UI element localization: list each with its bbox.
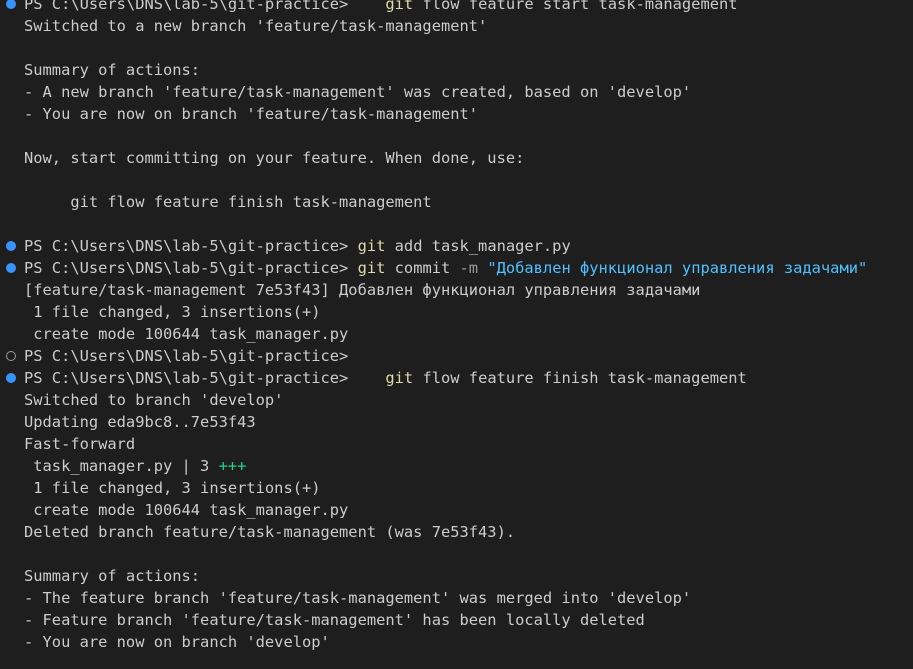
output-text: Now, start committing on your feature. W… xyxy=(24,149,525,167)
output-text: Switched to a new branch 'feature/task-m… xyxy=(24,17,488,35)
diff-plus: +++ xyxy=(218,457,247,475)
output-line: task_manager.py | 3 +++ xyxy=(0,455,913,477)
output-line: - Feature branch 'feature/task-managemen… xyxy=(0,609,913,631)
output-line: create mode 100644 task_manager.py xyxy=(0,323,913,345)
output-line: - A new branch 'feature/task-management'… xyxy=(0,81,913,103)
output-text: git flow feature finish task-management xyxy=(24,193,432,211)
output-line: - You are now on branch 'develop' xyxy=(0,631,913,653)
output-line: git flow feature finish task-management xyxy=(0,191,913,213)
prompt-path: PS C:\Users\DNS\lab-5\git-practice> xyxy=(24,347,349,365)
output-text: - The feature branch 'feature/task-manag… xyxy=(24,589,692,607)
command-args: commit xyxy=(385,259,460,277)
output-line: - You are now on branch 'feature/task-ma… xyxy=(0,103,913,125)
command-success-dot-icon[interactable] xyxy=(6,373,16,383)
output-text: 1 file changed, 3 insertions(+) xyxy=(24,303,321,321)
prompt-gap xyxy=(358,0,386,13)
prompt-line: PS C:\Users\DNS\lab-5\git-practice> git … xyxy=(0,0,913,15)
output-text: Summary of actions: xyxy=(24,61,201,79)
command-name: git xyxy=(357,259,386,277)
output-line: Updating eda9bc8..7e53f43 xyxy=(0,411,913,433)
output-text: Fast-forward xyxy=(24,435,136,453)
output-line: Switched to branch 'develop' xyxy=(0,389,913,411)
command-name: git xyxy=(385,0,414,13)
output-text: create mode 100644 task_manager.py xyxy=(24,501,349,519)
output-text: Updating eda9bc8..7e53f43 xyxy=(24,413,256,431)
command-args: flow feature start task-management xyxy=(413,0,738,13)
output-line: Summary of actions: xyxy=(0,59,913,81)
output-text: - You are now on branch 'feature/task-ma… xyxy=(24,105,479,123)
output-line: 1 file changed, 3 insertions(+) xyxy=(0,301,913,323)
output-line: 1 file changed, 3 insertions(+) xyxy=(0,477,913,499)
output-text: Summary of actions: xyxy=(24,567,201,585)
output-text: create mode 100644 task_manager.py xyxy=(24,325,349,343)
command-success-dot-icon[interactable] xyxy=(6,263,16,273)
command-flag: -m xyxy=(459,259,479,277)
output-line: Summary of actions: xyxy=(0,565,913,587)
output-line: - The feature branch 'feature/task-manag… xyxy=(0,587,913,609)
output-text: 1 file changed, 3 insertions(+) xyxy=(24,479,321,497)
command-args: flow feature finish task-management xyxy=(413,369,747,387)
command-args: add task_manager.py xyxy=(385,237,571,255)
prompt-path: PS C:\Users\DNS\lab-5\git-practice> xyxy=(24,259,358,277)
prompt-path: PS C:\Users\DNS\lab-5\git-practice> xyxy=(24,369,358,387)
prompt-gap xyxy=(358,369,386,387)
command-name: git xyxy=(357,237,386,255)
output-line: Fast-forward xyxy=(0,433,913,455)
prompt-line: PS C:\Users\DNS\lab-5\git-practice> git … xyxy=(0,235,913,257)
output-line: Now, start committing on your feature. W… xyxy=(0,147,913,169)
output-line: Deleted branch feature/task-management (… xyxy=(0,521,913,543)
command-success-dot-icon[interactable] xyxy=(6,0,16,9)
terminal-output[interactable]: PS C:\Users\DNS\lab-5\git-practice> git … xyxy=(0,0,913,653)
output-line: [feature/task-management 7e53f43] Добавл… xyxy=(0,279,913,301)
command-name: git xyxy=(385,369,414,387)
prompt-path: PS C:\Users\DNS\lab-5\git-practice> xyxy=(24,0,358,13)
output-text: - A new branch 'feature/task-management'… xyxy=(24,83,692,101)
command-empty-dot-icon[interactable] xyxy=(6,351,16,361)
command-string: "Добавлен функционал управления задачами… xyxy=(478,259,868,277)
prompt-line: PS C:\Users\DNS\lab-5\git-practice> git … xyxy=(0,367,913,389)
output-text: task_manager.py | 3 xyxy=(24,457,219,475)
output-text: Deleted branch feature/task-management (… xyxy=(24,523,516,541)
prompt-line: PS C:\Users\DNS\lab-5\git-practice> git … xyxy=(0,257,913,279)
prompt-path: PS C:\Users\DNS\lab-5\git-practice> xyxy=(24,237,358,255)
output-text: - You are now on branch 'develop' xyxy=(24,633,330,651)
command-success-dot-icon[interactable] xyxy=(6,241,16,251)
prompt-line: PS C:\Users\DNS\lab-5\git-practice> xyxy=(0,345,913,367)
output-text: [feature/task-management 7e53f43] Добавл… xyxy=(24,281,701,299)
output-line: create mode 100644 task_manager.py xyxy=(0,499,913,521)
output-line: Switched to a new branch 'feature/task-m… xyxy=(0,15,913,37)
output-text: - Feature branch 'feature/task-managemen… xyxy=(24,611,645,629)
output-text: Switched to branch 'develop' xyxy=(24,391,284,409)
